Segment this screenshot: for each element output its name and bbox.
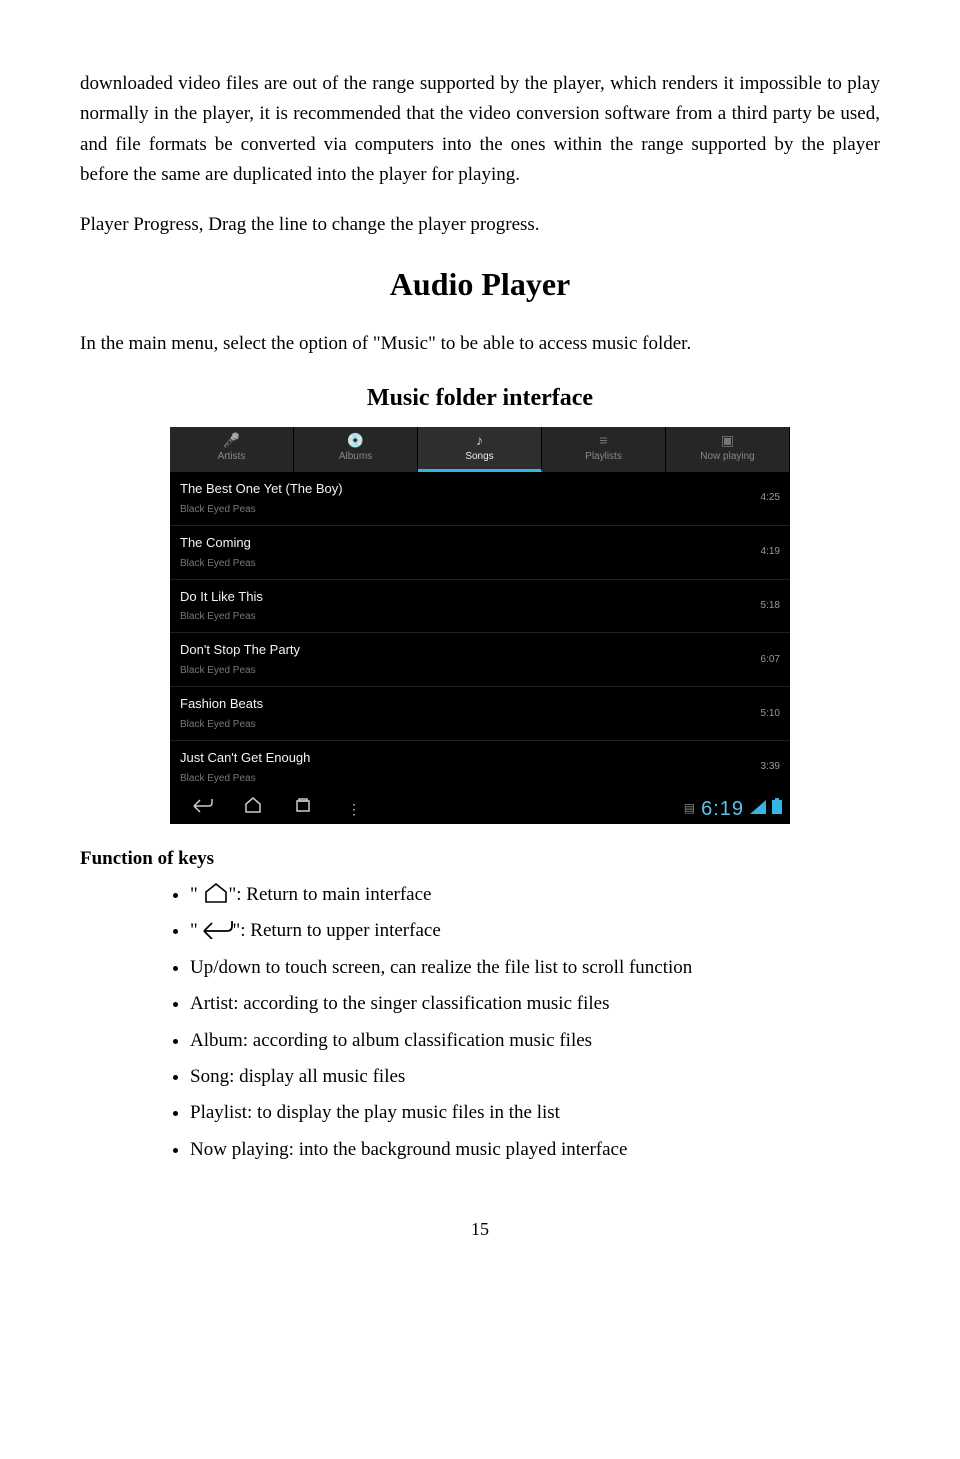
device-screenshot: 🎤 Artists 💿 Albums ♪ Songs ≡ Playlists ▣… [170,427,790,824]
song-duration: 3:39 [753,759,780,775]
song-artist: Black Eyed Peas [180,609,753,625]
tab-nowplaying[interactable]: ▣ Now playing [666,427,790,472]
paragraph-intro: downloaded video files are out of the ra… [80,69,880,191]
song-artist: Black Eyed Peas [180,771,753,787]
tab-label: Songs [418,449,541,465]
func-item-back: " ": Return to upper interface [190,916,880,946]
paragraph-progress: Player Progress, Drag the line to change… [80,210,880,240]
list-item[interactable]: Do It Like This Black Eyed Peas 5:18 [170,580,790,634]
paragraph-music-access: In the main menu, select the option of "… [80,329,880,359]
song-duration: 5:10 [753,706,780,722]
func-item-scroll: Up/down to touch screen, can realize the… [190,953,880,983]
back-nav-icon[interactable] [178,796,228,822]
tab-label: Artists [170,449,293,465]
song-title: Fashion Beats [180,694,753,715]
battery-icon [772,798,782,820]
sdcard-icon: ▤ [684,799,695,818]
music-tabs: 🎤 Artists 💿 Albums ♪ Songs ≡ Playlists ▣… [170,427,790,472]
list-item[interactable]: The Best One Yet (The Boy) Black Eyed Pe… [170,472,790,526]
song-duration: 4:25 [753,490,780,506]
disc-icon: 💿 [294,433,417,447]
tab-label: Albums [294,449,417,465]
home-nav-icon[interactable] [228,796,278,822]
song-title: Just Can't Get Enough [180,748,753,769]
func-item-home: " ": Return to main interface [190,880,880,910]
tab-songs[interactable]: ♪ Songs [418,427,542,472]
heading-music-folder: Music folder interface [80,379,880,417]
song-duration: 6:07 [753,652,780,668]
note-icon: ♪ [418,433,541,447]
wifi-icon [750,798,766,820]
tab-albums[interactable]: 💿 Albums [294,427,418,472]
song-title: Don't Stop The Party [180,640,753,661]
page-number: 15 [80,1215,880,1244]
list-icon: ≡ [542,433,665,447]
tab-artists[interactable]: 🎤 Artists [170,427,294,472]
song-list[interactable]: The Best One Yet (The Boy) Black Eyed Pe… [170,472,790,794]
android-navbar: ⋮ ▤ 6:19 [170,794,790,824]
list-item[interactable]: Just Can't Get Enough Black Eyed Peas 3:… [170,741,790,794]
tab-label: Now playing [666,449,789,465]
func-item-album: Album: according to album classification… [190,1026,880,1056]
song-title: The Coming [180,533,753,554]
tab-label: Playlists [542,449,665,465]
function-list: " ": Return to main interface " ": Retur… [80,880,880,1165]
func-item-nowplaying: Now playing: into the background music p… [190,1135,880,1165]
song-duration: 4:19 [753,544,780,560]
list-item[interactable]: Don't Stop The Party Black Eyed Peas 6:0… [170,633,790,687]
song-artist: Black Eyed Peas [180,663,753,679]
song-title: Do It Like This [180,587,753,608]
func-item-artist: Artist: according to the singer classifi… [190,989,880,1019]
song-artist: Black Eyed Peas [180,556,753,572]
list-item[interactable]: The Coming Black Eyed Peas 4:19 [170,526,790,580]
mic-icon: 🎤 [170,433,293,447]
list-item[interactable]: Fashion Beats Black Eyed Peas 5:10 [170,687,790,741]
recent-nav-icon[interactable] [278,796,328,822]
menu-nav-icon[interactable]: ⋮ [328,798,378,820]
home-outline-icon [203,883,229,903]
back-arrow-icon [203,921,233,939]
song-title: The Best One Yet (The Boy) [180,479,753,500]
song-duration: 5:18 [753,598,780,614]
func-item-song: Song: display all music files [190,1062,880,1092]
func-item-playlist: Playlist: to display the play music file… [190,1098,880,1128]
status-clock: 6:19 [701,793,744,825]
tab-playlists[interactable]: ≡ Playlists [542,427,666,472]
song-artist: Black Eyed Peas [180,502,753,518]
nowplaying-icon: ▣ [666,433,789,447]
function-heading: Function of keys [80,844,880,874]
heading-audio-player: Audio Player [80,259,880,310]
song-artist: Black Eyed Peas [180,717,753,733]
